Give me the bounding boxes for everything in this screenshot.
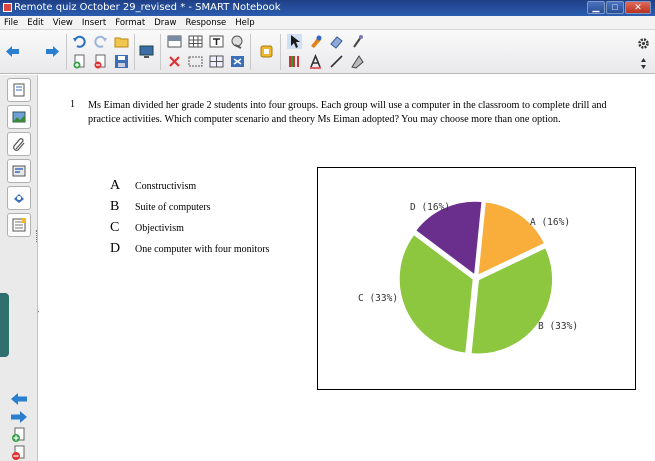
- grid-icon[interactable]: [209, 54, 224, 69]
- delete-page-side-icon[interactable]: [10, 445, 28, 461]
- menu-response[interactable]: Response: [185, 16, 226, 29]
- gallery-icon[interactable]: [230, 34, 245, 49]
- pen-icon[interactable]: [308, 34, 323, 49]
- pie-label-a: A (16%): [530, 217, 570, 228]
- option-text: Suite of computers: [135, 202, 211, 213]
- redo-icon[interactable]: [93, 34, 108, 49]
- option-text: One computer with four monitors: [135, 244, 270, 255]
- close-button[interactable]: ✕: [625, 1, 651, 14]
- pie-chart-svg: A (16%) B (33%) C (33%) D (16%): [358, 199, 578, 356]
- menu-draw[interactable]: Draw: [154, 16, 176, 29]
- sidebar-handle[interactable]: [0, 293, 9, 357]
- gallery-tab[interactable]: [7, 105, 31, 129]
- response-icon[interactable]: [259, 44, 274, 59]
- magic-pen-icon[interactable]: [350, 34, 365, 49]
- undo-icon[interactable]: [72, 34, 87, 49]
- option-letter: A: [110, 178, 121, 193]
- title-bar: Remote quiz October 29_revised * - SMART…: [0, 0, 655, 16]
- option-letter: C: [110, 220, 120, 235]
- clear-ink-icon[interactable]: [167, 54, 182, 69]
- app-icon: [3, 3, 12, 12]
- previous-page-arrow-icon[interactable]: [5, 44, 20, 59]
- creative-pen-icon[interactable]: [287, 54, 302, 69]
- next-page-arrow-icon[interactable]: [45, 44, 60, 59]
- select-pointer-icon[interactable]: [287, 34, 302, 49]
- option-text: Constructivism: [135, 181, 197, 192]
- next-arrow-icon[interactable]: [10, 409, 28, 425]
- addons-tab[interactable]: [7, 186, 31, 210]
- eraser-icon[interactable]: [329, 34, 344, 49]
- menu-bar: File Edit View Insert Format Draw Respon…: [0, 16, 655, 30]
- open-folder-icon[interactable]: [114, 34, 129, 49]
- response-tab[interactable]: [7, 213, 31, 237]
- pie-label-c: C (33%): [358, 293, 398, 304]
- previous-arrow-icon[interactable]: [10, 391, 28, 407]
- menu-format[interactable]: Format: [115, 16, 145, 29]
- menu-file[interactable]: File: [4, 16, 18, 29]
- line-tool-icon[interactable]: [329, 54, 344, 69]
- option-letter: B: [110, 199, 120, 214]
- text-tool-icon[interactable]: [308, 54, 323, 69]
- page-sorter-tab[interactable]: [7, 78, 31, 102]
- delete-page-icon[interactable]: [93, 54, 108, 69]
- table-icon[interactable]: [188, 34, 203, 49]
- document-camera-icon[interactable]: [230, 54, 245, 69]
- whiteboard-canvas[interactable]: 1 Ms Eiman divided her grade 2 students …: [39, 75, 655, 461]
- results-pie-chart: A (16%) B (33%) C (33%) D (16%): [317, 167, 636, 390]
- properties-tab[interactable]: [7, 159, 31, 183]
- toolbar: [0, 30, 655, 74]
- option-text: Objectivism: [135, 223, 184, 234]
- settings-gear-icon[interactable]: [636, 36, 651, 51]
- add-page-side-icon[interactable]: [10, 427, 28, 443]
- display-screen-icon[interactable]: [139, 44, 154, 59]
- pie-label-d: D (16%): [410, 202, 450, 213]
- question-text: Ms Eiman divided her grade 2 students in…: [88, 100, 607, 125]
- fill-tool-icon[interactable]: [350, 54, 365, 69]
- pie-label-b: B (33%): [538, 321, 578, 332]
- menu-edit[interactable]: Edit: [27, 16, 43, 29]
- save-icon[interactable]: [114, 54, 129, 69]
- toolbar-move-icon[interactable]: [636, 56, 651, 71]
- maximize-button[interactable]: □: [606, 1, 624, 14]
- add-page-icon[interactable]: [72, 54, 87, 69]
- menu-insert[interactable]: Insert: [82, 16, 106, 29]
- screen-shade-icon[interactable]: [167, 34, 182, 49]
- side-bar: ↔: [0, 75, 45, 461]
- text-box-icon[interactable]: [209, 34, 224, 49]
- screen-capture-icon[interactable]: [188, 54, 203, 69]
- menu-view[interactable]: View: [53, 16, 73, 29]
- option-letter: D: [110, 241, 121, 256]
- menu-help[interactable]: Help: [235, 16, 254, 29]
- attachments-tab[interactable]: [7, 132, 31, 156]
- minimize-button[interactable]: ▁: [587, 1, 605, 14]
- question-number: 1: [70, 99, 75, 110]
- window-title: Remote quiz October 29_revised * - SMART…: [14, 2, 281, 13]
